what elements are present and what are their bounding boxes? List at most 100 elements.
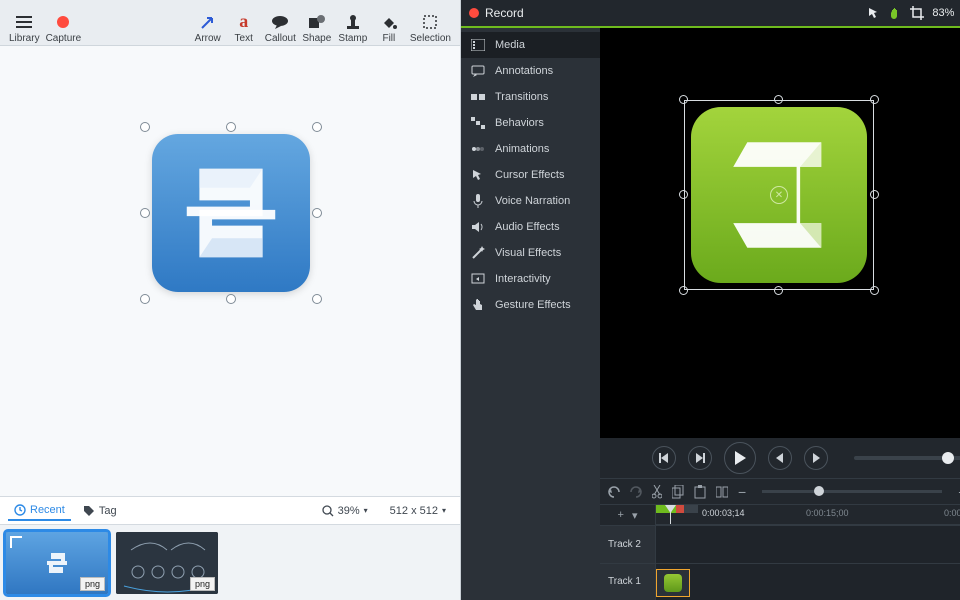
sidebar-item-annotations[interactable]: Annotations — [461, 58, 600, 84]
timeline-tracks-area[interactable]: 0:00:03;14 0:00:15;00 0:00:30;00 — [656, 505, 960, 600]
sidebar-item-voice-narration[interactable]: Voice Narration — [461, 188, 600, 214]
play-button[interactable] — [724, 442, 756, 474]
cursor-icon[interactable] — [868, 7, 880, 19]
cut-button[interactable] — [652, 485, 662, 499]
resize-handle-br[interactable] — [870, 286, 879, 295]
selection-label: Selection — [410, 33, 451, 44]
resize-handle-bl[interactable] — [140, 294, 150, 304]
resize-handle-tr[interactable] — [870, 95, 879, 104]
video-canvas[interactable]: ✕ — [600, 28, 960, 438]
shape-label: Shape — [302, 33, 331, 44]
text-tool[interactable]: a Text — [226, 2, 262, 44]
seek-bar[interactable] — [854, 456, 960, 460]
track-label-1[interactable]: Track 1 — [600, 563, 655, 600]
timeline-zoom-slider[interactable] — [762, 490, 942, 493]
capture-button[interactable]: Capture — [43, 2, 85, 44]
seek-knob[interactable] — [942, 452, 954, 464]
resize-handle-tl[interactable] — [679, 95, 688, 104]
copy-button[interactable] — [672, 485, 684, 499]
resize-handle-l[interactable] — [679, 190, 688, 199]
thumbnail-1[interactable]: png — [6, 532, 108, 594]
redo-button[interactable] — [630, 486, 642, 498]
sidebar-item-behaviors[interactable]: Behaviors — [461, 110, 600, 136]
next-frame-button[interactable] — [688, 446, 712, 470]
resize-handle-br[interactable] — [312, 294, 322, 304]
resize-handle-tl[interactable] — [140, 122, 150, 132]
text-icon: a — [239, 11, 248, 33]
track-row-2[interactable] — [656, 525, 960, 563]
left-toolbar: Library Capture Arrow a Text Callout — [0, 0, 460, 46]
resize-handle-r[interactable] — [312, 208, 322, 218]
stamp-icon — [345, 11, 361, 33]
add-track-button[interactable]: + — [618, 509, 624, 521]
zoom-control[interactable]: 39% ▾ — [316, 502, 374, 520]
media-icon — [471, 38, 485, 52]
sidebar-label: Cursor Effects — [495, 169, 565, 181]
resize-handle-bl[interactable] — [679, 286, 688, 295]
canvas-zoom-value: 83% — [932, 7, 954, 19]
gesture-icon — [471, 298, 485, 312]
crop-icon[interactable] — [910, 6, 924, 20]
arrow-icon — [200, 11, 216, 33]
record-dot-icon — [56, 11, 70, 33]
sidebar-item-audio-effects[interactable]: Audio Effects — [461, 214, 600, 240]
zoom-out-button[interactable]: − — [738, 484, 746, 500]
undo-button[interactable] — [608, 486, 620, 498]
zoom-knob[interactable] — [814, 486, 824, 496]
recent-tab[interactable]: Recent — [8, 501, 71, 521]
stamp-label: Stamp — [338, 33, 367, 44]
sidebar-item-interactivity[interactable]: Interactivity — [461, 266, 600, 292]
hand-icon[interactable] — [888, 7, 902, 19]
sidebar-label: Visual Effects — [495, 247, 561, 259]
time-mark: 0:00:15;00 — [806, 508, 849, 518]
resize-handle-t[interactable] — [774, 95, 783, 104]
timeline-clip[interactable] — [656, 569, 690, 597]
resize-handle-b[interactable] — [774, 286, 783, 295]
sidebar-item-visual-effects[interactable]: Visual Effects — [461, 240, 600, 266]
arrow-tool[interactable]: Arrow — [190, 2, 226, 44]
resize-handle-t[interactable] — [226, 122, 236, 132]
track-label-2[interactable]: Track 2 — [600, 525, 655, 563]
file-type-badge: png — [190, 577, 215, 591]
track-row-1[interactable] — [656, 563, 960, 600]
stamp-tool[interactable]: Stamp — [335, 2, 371, 44]
fill-tool[interactable]: Fill — [371, 2, 407, 44]
selection-handles[interactable] — [146, 128, 316, 298]
thumbnail-2[interactable]: png — [116, 532, 218, 594]
right-stage: ✕ — [600, 28, 960, 600]
callout-tool[interactable]: Callout — [262, 2, 299, 44]
sidebar-label: Interactivity — [495, 273, 551, 285]
menu-button[interactable]: Library — [6, 2, 43, 44]
sidebar-item-transitions[interactable]: Transitions — [461, 84, 600, 110]
current-time: 0:00:03;14 — [702, 508, 745, 518]
step-back-button[interactable] — [768, 446, 792, 470]
sidebar-item-cursor-effects[interactable]: Cursor Effects — [461, 162, 600, 188]
split-button[interactable] — [716, 485, 728, 499]
selection-icon — [422, 11, 438, 33]
selection-tool[interactable]: Selection — [407, 2, 454, 44]
c-glyph-mini-icon — [41, 547, 73, 579]
timeline-ruler[interactable]: 0:00:03;14 0:00:15;00 0:00:30;00 — [656, 505, 960, 525]
playhead[interactable] — [670, 505, 671, 524]
left-canvas[interactable] — [0, 46, 460, 496]
callout-icon — [271, 11, 289, 33]
record-button[interactable]: Record — [485, 6, 524, 20]
shape-tool[interactable]: Shape — [299, 2, 335, 44]
tag-tab[interactable]: Tag — [77, 502, 123, 520]
track-options-button[interactable]: ▾ — [632, 509, 638, 522]
resize-handle-tr[interactable] — [312, 122, 322, 132]
resize-handle-r[interactable] — [870, 190, 879, 199]
resize-handle-b[interactable] — [226, 294, 236, 304]
sidebar-item-gesture-effects[interactable]: Gesture Effects — [461, 292, 600, 318]
sidebar-item-media[interactable]: Media — [461, 32, 600, 58]
step-forward-button[interactable] — [804, 446, 828, 470]
resize-handle-l[interactable] — [140, 208, 150, 218]
selected-clip-on-canvas[interactable]: ✕ — [684, 100, 874, 290]
prev-frame-button[interactable] — [652, 446, 676, 470]
rotate-handle[interactable]: ✕ — [770, 186, 788, 204]
sidebar-item-animations[interactable]: Animations — [461, 136, 600, 162]
paste-button[interactable] — [694, 485, 706, 499]
selected-object[interactable] — [146, 128, 316, 298]
search-icon — [322, 505, 334, 517]
dimensions-control[interactable]: 512 x 512 ▾ — [384, 502, 452, 520]
